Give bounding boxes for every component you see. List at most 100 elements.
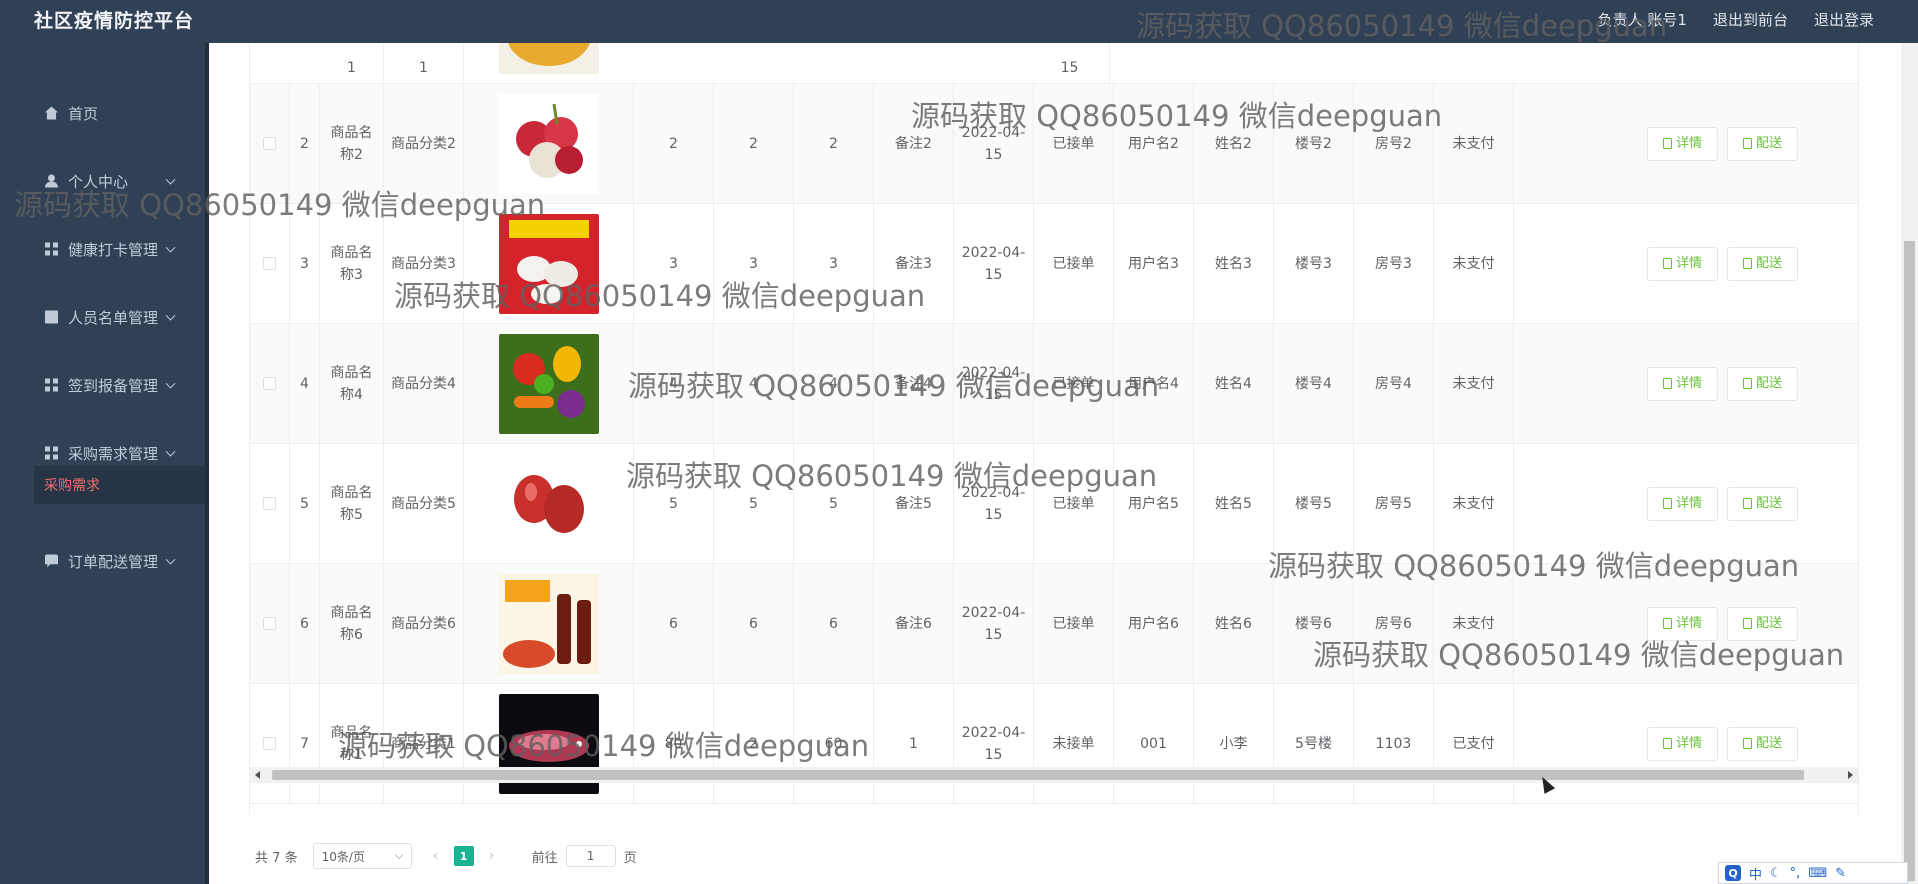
deliver-button[interactable]: 配送 [1727,126,1798,161]
cell-text: 5 [669,495,678,512]
cell-image [464,684,634,803]
cell-date: 2022-04-15 [954,204,1034,323]
scroll-right-icon[interactable] [1848,771,1853,779]
cell-pay: 未支付 [1434,564,1514,683]
cell-image [464,204,634,323]
row-checkbox[interactable] [263,737,276,750]
sidebar-item-label: 健康打卡管理 [68,240,159,259]
cell-text: 001 [1140,735,1167,752]
scrollbar-thumb[interactable] [1904,241,1915,881]
sidebar-item-personnel-list[interactable]: 人员名单管理 [0,295,205,339]
page-size-select[interactable]: 10条/页 [312,843,412,869]
detail-button[interactable]: 详情 [1647,246,1718,281]
cell-text: 备注4 [895,375,932,392]
cell-q1: 5 [634,444,714,563]
cell-q3: 6 [794,564,874,683]
deliver-button[interactable]: 配送 [1727,606,1798,641]
button-label: 详情 [1675,615,1702,631]
vertical-scrollbar[interactable] [1901,43,1918,884]
submenu-purchase-demand[interactable]: 采购需求 [34,466,205,504]
sidebar-item-profile[interactable]: 个人中心 [0,159,205,203]
row-checkbox[interactable] [263,497,276,510]
clipboard-icon [45,310,58,324]
next-page-button[interactable]: › [482,846,502,866]
cell-text: 姓名5 [1215,495,1252,512]
logout-link[interactable]: 退出登录 [1814,9,1874,30]
table-row: 2 商品名称2 商品分类2 2 2 2 备注2 2022-04-15 已接单 用户名2 姓名2 楼号2… [250,84,1858,204]
cell-text: 姓名3 [1215,255,1252,272]
deliver-button[interactable]: 配送 [1727,366,1798,401]
cell-text: 未支付 [1452,375,1495,392]
row-checkbox[interactable] [263,257,276,270]
sidebar-item-order-delivery[interactable]: 订单配送管理 [0,539,205,583]
cell-text: 3 [829,255,838,272]
cell-category: 商品分类5 [384,444,464,563]
row-checkbox[interactable] [263,617,276,630]
cell-q3: 5 [794,444,874,563]
deliver-button[interactable]: 配送 [1727,726,1798,761]
ime-toolbar[interactable]: Q 中 ☾ °, ⌨ ✎ [1718,862,1908,884]
cell-index: 2 [290,84,320,203]
sidebar-item-home[interactable]: 首页 [0,91,205,135]
cell-text: 楼号3 [1295,255,1332,272]
cell-text: 2022-04-15 [961,724,1026,763]
cell-status: 已接单 [1034,444,1114,563]
cell-username: 用户名3 [1114,204,1194,323]
cell-text: 商品分类3 [391,255,456,272]
cell-index: 4 [290,324,320,443]
cell-q2: 4 [714,324,794,443]
row-checkbox[interactable] [263,377,276,390]
page-number[interactable]: 1 [453,846,474,866]
table-row: 6 商品名称6 商品分类6 6 6 6 备注6 2022-04-15 已接单 用户名6 姓名6 楼号6… [250,564,1858,684]
cell-building: 楼号6 [1274,564,1354,683]
scroll-left-icon[interactable] [255,771,260,779]
cell-pay: 未支付 [1434,324,1514,443]
horizontal-scrollbar[interactable] [249,767,1859,783]
prev-page-button[interactable]: ‹ [426,846,446,866]
row-checkbox[interactable] [263,137,276,150]
deliver-button[interactable]: 配送 [1727,486,1798,521]
cell-text: 3 [749,255,758,272]
cell-text: 5 [749,495,758,512]
cell-q1: 6 [634,564,714,683]
deliver-button[interactable]: 配送 [1727,246,1798,281]
button-label: 配送 [1755,615,1782,631]
cell-image [499,43,599,83]
scrollbar-thumb[interactable] [272,770,1804,780]
document-icon [1662,258,1672,269]
cell-username: 用户名6 [1114,564,1194,683]
cell-text: 商品分类6 [391,615,456,632]
product-image-lychee [499,93,599,194]
detail-button[interactable]: 详情 [1647,126,1718,161]
sidebar-item-signin-report[interactable]: 签到报备管理 [0,363,205,407]
detail-button[interactable]: 详情 [1647,486,1718,521]
cell-text: 2022-04-15 [961,364,1026,403]
detail-button[interactable]: 详情 [1647,366,1718,401]
cell-note: 1 [874,684,954,803]
cell-text: 姓名2 [1215,135,1252,152]
moon-icon: ☾ [1770,865,1782,881]
detail-button[interactable]: 详情 [1647,606,1718,641]
cell-category: 商品分类3 [384,204,464,323]
cell-building: 5号楼 [1274,684,1354,803]
cell-text: 已接单 [1052,495,1095,512]
cell-text: 姓名4 [1215,375,1252,392]
button-label: 详情 [1675,375,1702,391]
goto-page-input[interactable]: 1 [565,845,616,867]
ime-language[interactable]: 中 [1749,864,1762,883]
cell-text: 2 [300,135,309,152]
sidebar-item-health-checkin[interactable]: 健康打卡管理 [0,227,205,271]
cell-note: 备注2 [874,84,954,203]
cell-checkbox [250,564,290,683]
document-icon [1662,498,1672,509]
cell-realname: 姓名2 [1194,84,1274,203]
detail-button[interactable]: 详情 [1647,726,1718,761]
back-to-frontend-link[interactable]: 退出到前台 [1713,9,1788,30]
cell-room: 房号5 [1354,444,1434,563]
cell-status: 已接单 [1034,204,1114,323]
user-icon [45,174,58,188]
cell-actions: 详情 配送 [1514,204,1858,323]
cell-text: 3 [669,255,678,272]
cell-category: 商品分类2 [384,84,464,203]
cell-text: 6 [749,615,758,632]
